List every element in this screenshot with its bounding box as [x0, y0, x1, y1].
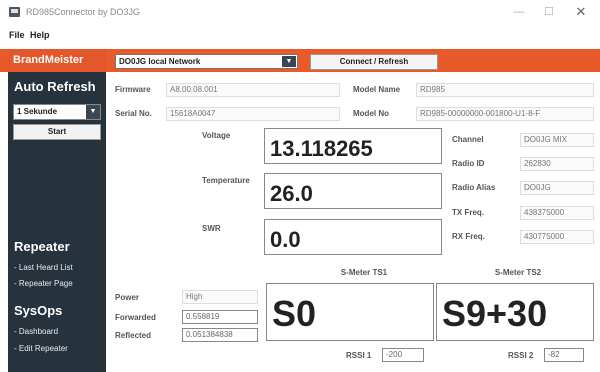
repeater-page-link[interactable]: - Repeater Page	[14, 279, 73, 288]
rssi2-label: RSSI 2	[508, 351, 534, 360]
model-name-label: Model Name	[353, 85, 401, 94]
repeater-heading: Repeater	[14, 239, 70, 254]
voltage-display: 13.118265	[264, 128, 442, 164]
chevron-down-icon[interactable]: ▼	[86, 105, 100, 119]
temperature-label: Temperature	[202, 176, 250, 185]
reflected-label: Reflected	[115, 331, 152, 340]
sysops-heading: SysOps	[14, 303, 63, 318]
rssi1-field: -200	[382, 348, 424, 362]
smeter-ts1-display: S0	[266, 283, 434, 341]
refresh-interval-select[interactable]: 1 Sekunde ▼	[13, 104, 101, 120]
voltage-label: Voltage	[202, 131, 231, 140]
menu-help[interactable]: Help	[30, 30, 50, 40]
power-field: High	[182, 290, 258, 304]
network-select[interactable]: DO0JG local Network ▼	[115, 54, 298, 69]
smeter-ts2-display: S9+30	[436, 283, 594, 341]
channel-field: DO0JG MIX	[520, 133, 594, 147]
maximize-icon[interactable]: ☐	[538, 4, 560, 20]
menu-bar: File Help	[0, 30, 600, 44]
model-no-field: RD985-00000000-001800-U1-8-F	[416, 107, 594, 121]
start-button[interactable]: Start	[13, 124, 101, 140]
minimize-icon[interactable]: —	[508, 4, 530, 20]
radio-id-label: Radio ID	[452, 159, 485, 168]
tx-freq-field: 438375000	[520, 206, 594, 220]
model-name-field: RD985	[416, 83, 594, 97]
serial-label: Serial No.	[115, 109, 152, 118]
channel-label: Channel	[452, 135, 484, 144]
auto-refresh-heading: Auto Refresh	[14, 79, 96, 94]
close-icon[interactable]: ✕	[570, 4, 592, 20]
power-label: Power	[115, 293, 140, 302]
app-icon	[9, 7, 20, 17]
rx-freq-field: 430775000	[520, 230, 594, 244]
tx-freq-label: TX Freq.	[452, 208, 485, 217]
rssi1-label: RSSI 1	[346, 351, 372, 360]
refresh-interval-value: 1 Sekunde	[17, 107, 58, 116]
radio-alias-label: Radio Alias	[452, 183, 496, 192]
chevron-down-icon[interactable]: ▼	[282, 56, 296, 67]
title-bar: RD985Connector by DO3JG — ☐ ✕	[0, 0, 600, 24]
serial-field: 15618A0047	[166, 107, 340, 121]
smeter-ts2-label: S-Meter TS2	[494, 268, 542, 277]
brand-logo: BrandMeister	[8, 49, 106, 72]
forwarded-label: Forwarded	[115, 313, 156, 322]
rx-freq-label: RX Freq.	[452, 232, 485, 241]
rssi2-field: -82	[544, 348, 584, 362]
firmware-field: A8.00.08.001	[166, 83, 340, 97]
dashboard-link[interactable]: - Dashboard	[14, 327, 58, 336]
firmware-label: Firmware	[115, 85, 151, 94]
swr-label: SWR	[202, 224, 221, 233]
forwarded-field: 0.558819	[182, 310, 258, 324]
edit-repeater-link[interactable]: - Edit Repeater	[14, 344, 68, 353]
temperature-display: 26.0	[264, 173, 442, 209]
swr-display: 0.0	[264, 219, 442, 255]
sidebar: BrandMeister Auto Refresh 1 Sekunde ▼ St…	[8, 49, 106, 372]
smeter-ts1-label: S-Meter TS1	[340, 268, 388, 277]
radio-alias-field: DO0JG	[520, 181, 594, 195]
reflected-field: 0.051384838	[182, 328, 258, 342]
network-select-value: DO0JG local Network	[119, 57, 201, 66]
connect-refresh-button[interactable]: Connect / Refresh	[310, 54, 438, 70]
radio-id-field: 262830	[520, 157, 594, 171]
window-title: RD985Connector by DO3JG	[26, 7, 141, 17]
last-heard-list-link[interactable]: - Last Heard List	[14, 263, 73, 272]
menu-file[interactable]: File	[9, 30, 25, 40]
model-no-label: Model No	[353, 109, 389, 118]
